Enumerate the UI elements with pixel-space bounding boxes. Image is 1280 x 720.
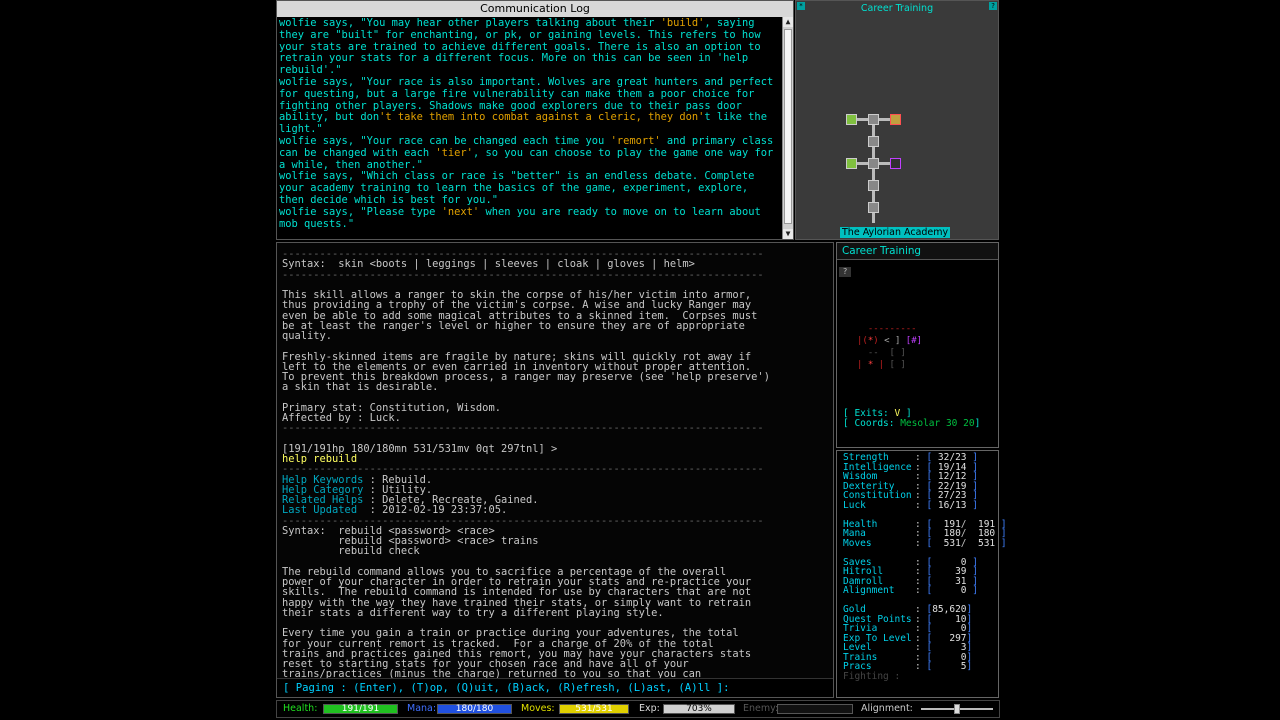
scroll-up-arrow-icon[interactable]: ▲ (783, 17, 793, 27)
comm-log-line: ability, but don't take them into combat… (279, 111, 767, 124)
alignment-label: Alignment: (861, 703, 913, 714)
comm-log-line: wolfie says, "Please type 'next' when yo… (279, 205, 761, 218)
career-training-title: Career Training (837, 243, 998, 260)
map-room[interactable] (890, 114, 901, 125)
mana-gauge: 180/180 (437, 704, 512, 714)
map-room-link (872, 147, 875, 158)
output-line: be at least the ranger's level or higher… (282, 319, 745, 332)
exits-coords: [ Exits: V ] [ Coords: Mesolar 30 20] (843, 409, 980, 429)
output-line: [191/191hp 180/180mn 531/531mv 0qt 297tn… (282, 442, 558, 455)
map-area-name: The Aylorian Academy (840, 227, 951, 238)
enemy-label: Enemy: (743, 703, 779, 714)
map-room-link (857, 162, 868, 165)
map-room-link (872, 191, 875, 202)
comm-log-line: wolfie says, "Your race can be changed e… (279, 134, 774, 147)
main-output-text: ----------------------------------------… (282, 249, 832, 690)
comm-log-line: retrain your stats for a different focus… (279, 52, 749, 65)
paging-prompt[interactable]: [ Paging : (Enter), (T)op, (Q)uit, (B)ac… (277, 678, 833, 697)
character-stats-panel: Strength: [ 32/23 ] Intelligence: [ 19/14… (836, 450, 1007, 698)
stat-label: Alignment (843, 585, 895, 596)
coords-label: [ Coords: (843, 418, 901, 429)
map-title: Career Training (860, 3, 934, 14)
output-line: rebuild check (282, 545, 420, 558)
moves-gauge-text: 531/531 (575, 704, 613, 714)
alignment-indicator (954, 704, 960, 714)
stat-row: Alignment: [ 0 ] (843, 585, 978, 596)
map-room-link (872, 169, 875, 180)
stat-value: 0 (937, 585, 967, 596)
map-room-link (872, 213, 875, 223)
output-line: Every time you gain a train or practice … (282, 627, 739, 640)
map-room-link (879, 118, 890, 121)
output-line: thus providing a trophy of the victim's … (282, 299, 752, 312)
output-line: ----------------------------------------… (282, 268, 764, 281)
map-room[interactable] (868, 158, 879, 169)
career-training-panel: Career Training ? --------- |(*) < ] [#]… (836, 242, 999, 448)
communication-log-window: Communication Log wolfie says, "You may … (276, 0, 794, 240)
communication-log-text: wolfie says, "You may hear other players… (279, 18, 781, 238)
communication-log-scrollbar[interactable]: ▲ ▼ (782, 17, 793, 239)
area-map-window: * Career Training ? The Aylorian Academy (795, 0, 999, 240)
map-room[interactable] (868, 114, 879, 125)
stat-row: Moves: [ 531/ 531 ] (843, 537, 1007, 549)
comm-log-line: for questing, but a large fire vulnerabi… (279, 87, 755, 100)
map-room[interactable] (846, 158, 857, 169)
output-line: their stats a different way to try a dif… (282, 606, 664, 619)
comm-log-line: wolfie says, "Your race is also importan… (279, 75, 774, 88)
scroll-thumb[interactable] (784, 29, 792, 224)
main-output-window: ----------------------------------------… (276, 242, 834, 698)
enemy-gauge (777, 704, 853, 714)
output-line: Syntax: skin <boots | leggings | sleeves… (282, 258, 695, 271)
comm-log-line: they are "built" for enchanting, or pk, … (279, 28, 761, 41)
map-room-link (879, 162, 890, 165)
map-room[interactable] (868, 180, 879, 191)
communication-log-title: Communication Log (277, 1, 793, 17)
map-room-link (857, 118, 868, 121)
health-gauge: 191/191 (323, 704, 398, 714)
exp-label: Exp: (639, 703, 660, 714)
stat-value: 16/13 (937, 499, 967, 511)
help-question-icon[interactable]: ? (839, 267, 851, 277)
stat-value: 5 (932, 661, 967, 672)
moves-label: Moves: (521, 703, 555, 714)
output-line: ----------------------------------------… (282, 422, 764, 435)
stat-current: 531 (937, 537, 961, 549)
stat-max: 531 (972, 537, 996, 549)
moves-gauge: 531/531 (559, 704, 629, 714)
scroll-down-arrow-icon[interactable]: ▼ (783, 229, 793, 239)
comm-log-line: can be changed with each 'tier', so you … (279, 146, 774, 159)
health-label: Health: (283, 703, 318, 714)
ascii-minimap: --------- |(*) < ] [#] -- [ ] | * | [ ] (857, 324, 923, 370)
stat-label: Luck (843, 499, 866, 511)
stat-label: Moves (843, 537, 872, 549)
exp-gauge: 703% (663, 704, 735, 714)
exp-gauge-text: 703% (686, 704, 712, 714)
mana-label: Mana: (407, 703, 437, 714)
stat-row: Luck: [ 16/13 ] (843, 499, 978, 511)
map-room[interactable] (868, 202, 879, 213)
fighting-label: Fighting : (843, 670, 901, 682)
mana-gauge-text: 180/180 (455, 704, 494, 714)
comm-log-line: then decide which is best for you." (279, 193, 498, 206)
map-room[interactable] (846, 114, 857, 125)
output-line: Last Updated : 2012-02-19 23:37:05. (282, 505, 832, 515)
map-room[interactable] (868, 136, 879, 147)
status-bar: Health: 191/191 Mana: 180/180 Moves: 531… (276, 700, 1000, 718)
coords-close: ] (974, 418, 981, 429)
map-room[interactable] (890, 158, 901, 169)
map-room-link (872, 125, 875, 136)
health-gauge-text: 191/191 (341, 704, 380, 714)
output-line: quality. (282, 330, 333, 342)
comm-log-line: mob quests." (279, 217, 355, 230)
output-line: skills. The rebuild command is intended … (282, 586, 752, 599)
output-line: a skin that is desirable. (282, 381, 439, 394)
map-help-icon[interactable]: ? (989, 2, 997, 10)
coords-value: Mesolar 30 20 (900, 418, 975, 429)
